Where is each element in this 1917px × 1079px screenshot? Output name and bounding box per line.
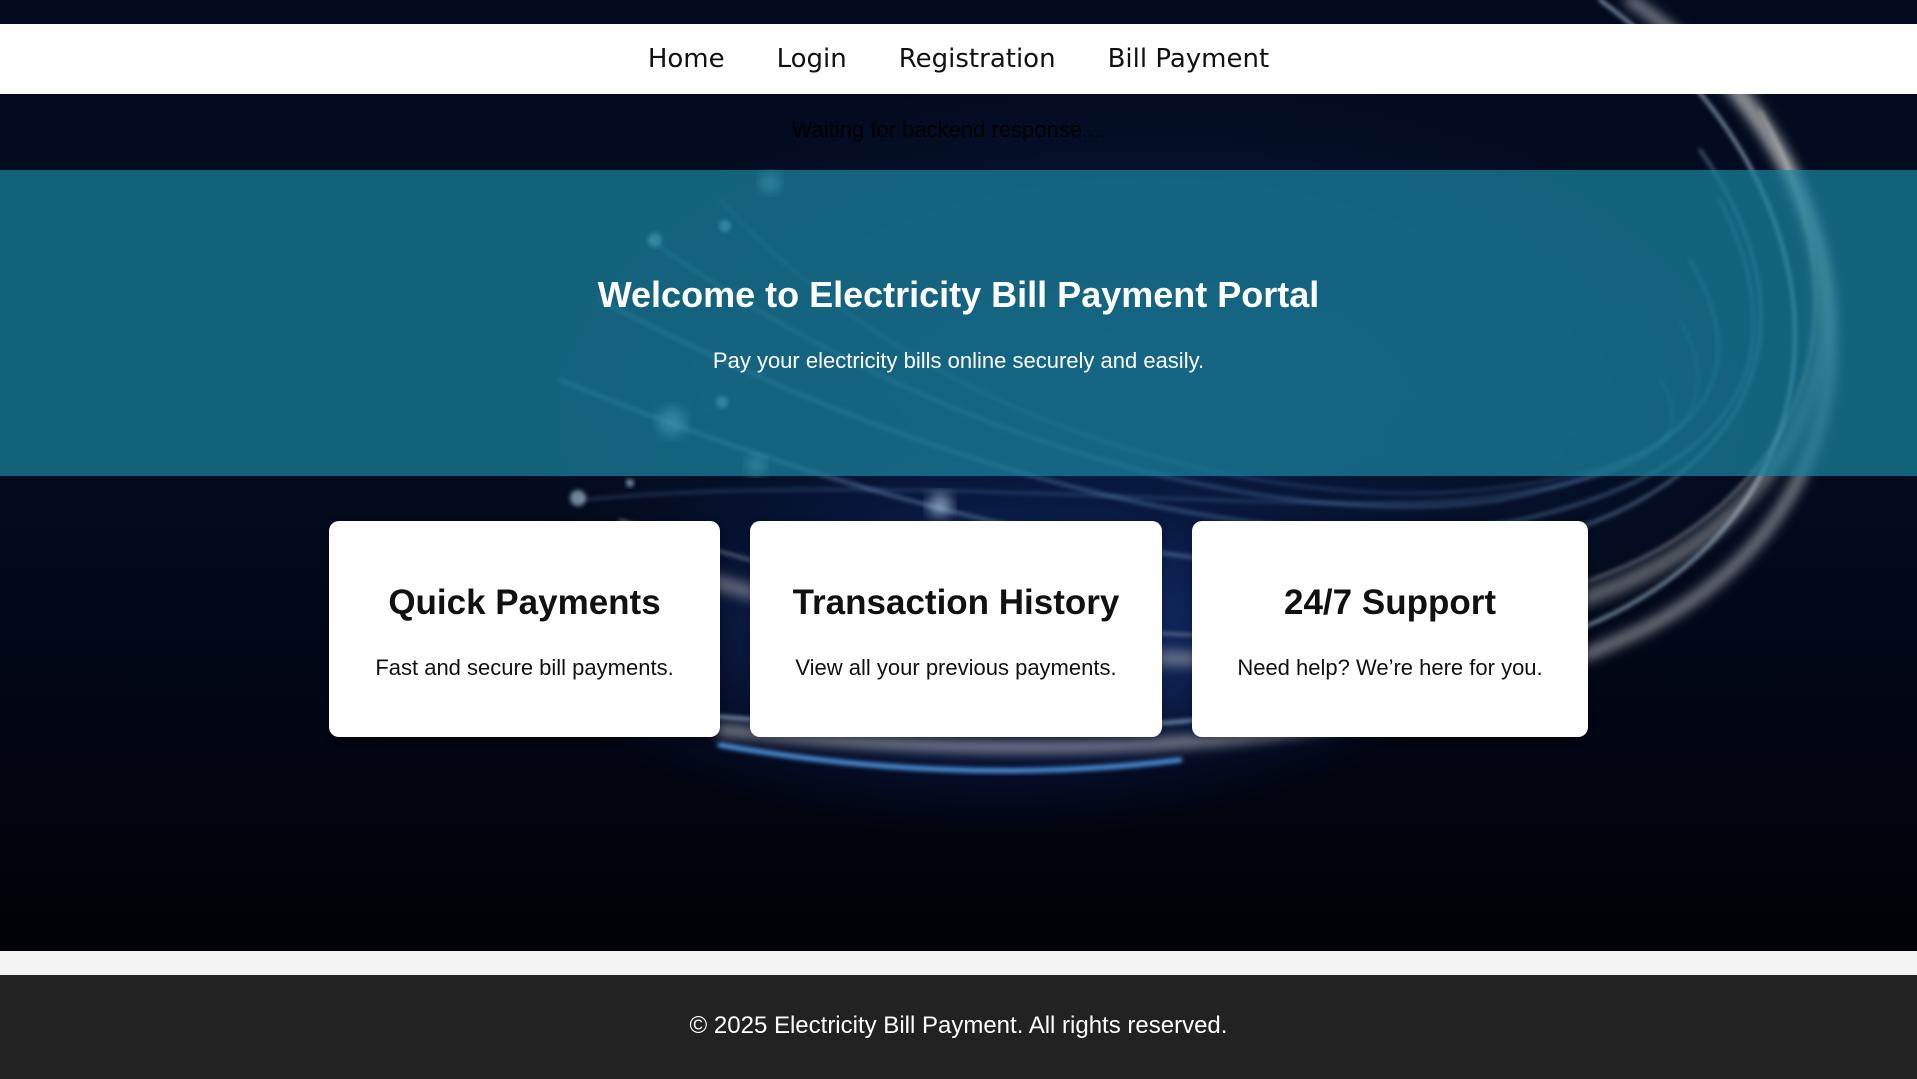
feature-description: Need help? We’re here for you.	[1237, 655, 1543, 680]
feature-card-quick-payments: Quick Payments Fast and secure bill paym…	[329, 521, 720, 737]
feature-description: Fast and secure bill payments.	[375, 655, 674, 680]
top-nav: Home Login Registration Bill Payment	[0, 24, 1917, 94]
feature-description: View all your previous payments.	[795, 655, 1117, 680]
feature-card-transaction-history: Transaction History View all your previo…	[750, 521, 1162, 737]
feature-title: Transaction History	[792, 583, 1120, 622]
feature-card-support: 24/7 Support Need help? We’re here for y…	[1192, 521, 1588, 737]
feature-title: Quick Payments	[388, 583, 661, 622]
nav-login[interactable]: Login	[777, 44, 847, 74]
hero-title: Welcome to Electricity Bill Payment Port…	[597, 274, 1320, 315]
nav-home[interactable]: Home	[648, 44, 725, 74]
nav-bill-payment[interactable]: Bill Payment	[1108, 44, 1270, 74]
footer: © 2025 Electricity Bill Payment. All rig…	[0, 975, 1917, 1079]
hero-subtitle: Pay your electricity bills online secure…	[712, 348, 1205, 373]
hero-banner: Welcome to Electricity Bill Payment Port…	[0, 170, 1917, 476]
backend-status-text: Waiting for backend response...	[791, 117, 1101, 142]
footer-copyright: © 2025 Electricity Bill Payment. All rig…	[689, 1012, 1228, 1039]
nav-registration[interactable]: Registration	[899, 44, 1056, 74]
feature-title: 24/7 Support	[1284, 583, 1496, 622]
